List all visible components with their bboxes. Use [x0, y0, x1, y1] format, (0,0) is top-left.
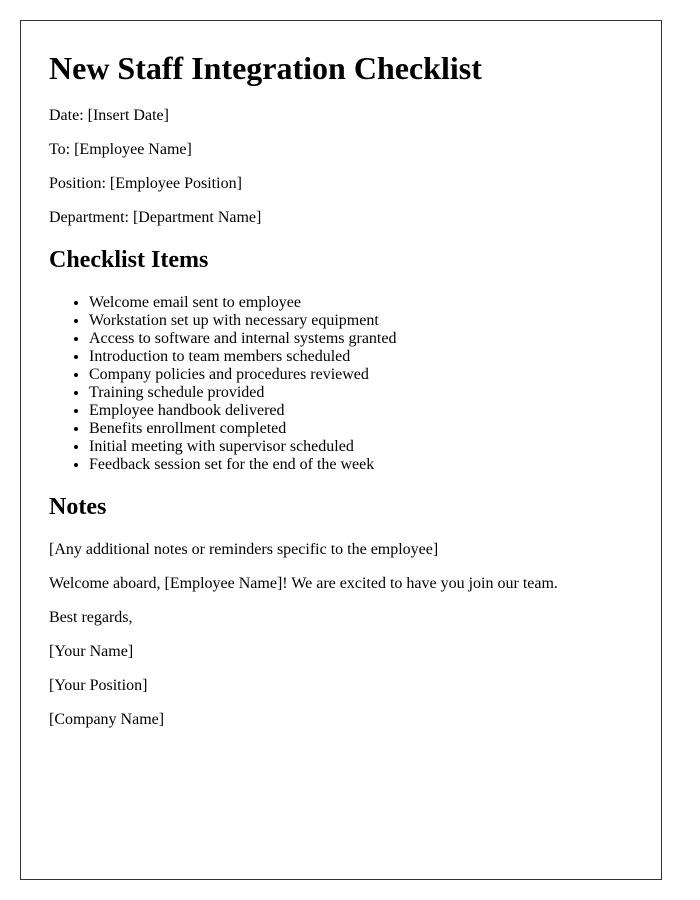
- checklist-item: Company policies and procedures reviewed: [89, 366, 396, 384]
- department-field: Department: [Department Name]: [49, 209, 262, 226]
- checklist-item: Access to software and internal systems …: [89, 330, 396, 348]
- recipient-field: To: [Employee Name]: [49, 141, 192, 158]
- date-field: Date: [Insert Date]: [49, 107, 169, 124]
- signature-name: [Your Name]: [49, 643, 134, 660]
- checklist-item: Introduction to team members scheduled: [89, 348, 396, 366]
- signature-position: [Your Position]: [49, 677, 148, 694]
- document-page: New Staff Integration Checklist Date: [I…: [20, 20, 662, 880]
- checklist-item: Feedback session set for the end of the …: [89, 456, 396, 474]
- position-field: Position: [Employee Position]: [49, 175, 242, 192]
- checklist-item: Workstation set up with necessary equipm…: [89, 312, 396, 330]
- checklist-item: Benefits enrollment completed: [89, 420, 396, 438]
- notes-placeholder: [Any additional notes or reminders speci…: [49, 541, 439, 558]
- checklist: Welcome email sent to employee Workstati…: [49, 294, 396, 474]
- document-title: New Staff Integration Checklist: [49, 50, 482, 86]
- closing: Best regards,: [49, 609, 133, 626]
- notes-heading: Notes: [49, 494, 107, 520]
- checklist-item: Employee handbook delivered: [89, 402, 396, 420]
- welcome-message: Welcome aboard, [Employee Name]! We are …: [49, 575, 558, 592]
- signature-company: [Company Name]: [49, 711, 165, 728]
- checklist-item: Training schedule provided: [89, 384, 396, 402]
- checklist-heading: Checklist Items: [49, 247, 209, 273]
- checklist-item: Welcome email sent to employee: [89, 294, 396, 312]
- checklist-item: Initial meeting with supervisor schedule…: [89, 438, 396, 456]
